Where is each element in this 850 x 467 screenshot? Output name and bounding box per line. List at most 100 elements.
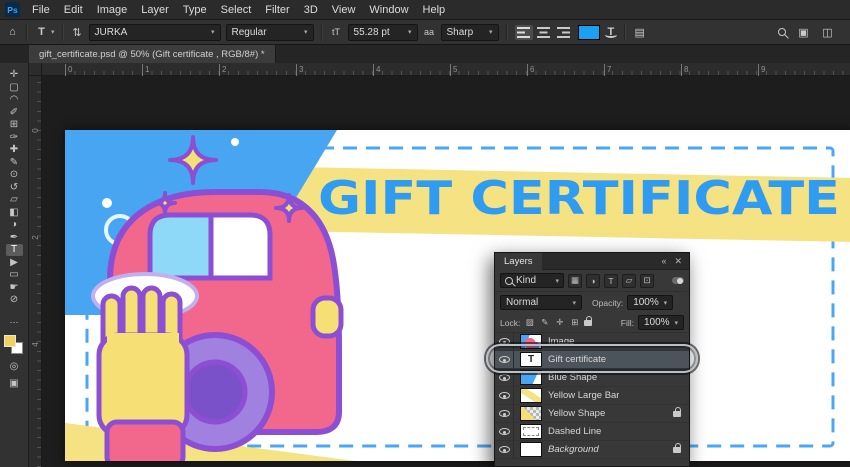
crop-tool[interactable]: ⊞ (6, 119, 23, 131)
filter-toggle-switch[interactable] (672, 277, 684, 284)
foreground-color-swatch[interactable] (4, 334, 16, 347)
panel-collapse-icon[interactable]: « (661, 256, 666, 267)
pen-tool[interactable]: ✒ (6, 232, 23, 244)
healing-brush-tool[interactable]: ✚ (6, 144, 23, 156)
menu-item-type[interactable]: Type (176, 0, 214, 20)
arrange-panels-icon[interactable]: ◫ (821, 26, 834, 39)
layer-thumbnail[interactable] (520, 424, 542, 439)
filter-adjustment-icon[interactable]: ◑ (586, 273, 600, 288)
filter-pixel-icon[interactable]: ▦ (568, 273, 582, 288)
layer-thumbnail[interactable] (520, 334, 542, 349)
menu-item-layer[interactable]: Layer (134, 0, 176, 20)
quick-mask-icon[interactable]: ◎ (10, 361, 19, 372)
layer-thumbnail[interactable]: T (520, 352, 542, 367)
align-right-button[interactable] (555, 25, 573, 40)
menu-item-3d[interactable]: 3D (297, 0, 325, 20)
menu-item-edit[interactable]: Edit (57, 0, 90, 20)
menu-item-window[interactable]: Window (362, 0, 415, 20)
vertical-ruler[interactable]: 0 2 4 (29, 76, 42, 467)
visibility-toggle[interactable] (495, 441, 514, 458)
visibility-toggle[interactable] (495, 351, 514, 368)
layer-name[interactable]: Image (548, 336, 574, 347)
lock-transparency-icon[interactable]: ▨ (524, 317, 535, 328)
layer-thumbnail[interactable] (520, 406, 542, 421)
panels-toggle-icon[interactable]: ▤ (633, 26, 646, 39)
document-tab[interactable]: gift_certificate.psd @ 50% (Gift certifi… (29, 45, 276, 63)
filter-shape-icon[interactable]: ▱ (622, 273, 636, 288)
menu-item-filter[interactable]: Filter (258, 0, 296, 20)
blend-mode-select[interactable]: Normal ▾ (500, 295, 582, 310)
brush-tool[interactable]: ✎ (6, 157, 23, 169)
home-icon[interactable]: ⌂ (6, 26, 19, 38)
filter-smart-object-icon[interactable]: ⊡ (640, 273, 654, 288)
hand-tool[interactable]: ☛ (6, 282, 23, 294)
workspace-switcher-icon[interactable]: ▣ (797, 26, 810, 39)
menu-item-view[interactable]: View (325, 0, 363, 20)
filter-kind-select[interactable]: Kind ▾ (500, 273, 564, 288)
quick-selection-tool[interactable]: ✐ (6, 107, 23, 119)
layer-name[interactable]: Yellow Large Bar (548, 390, 619, 401)
layer-name[interactable]: Dashed Line (548, 426, 601, 437)
align-left-button[interactable] (514, 24, 533, 40)
font-family-select[interactable]: JURKA ▾ (88, 23, 221, 41)
filter-type-icon[interactable]: T (604, 273, 618, 288)
layer-thumbnail[interactable] (520, 442, 542, 457)
lasso-tool[interactable]: ◠ (6, 94, 23, 106)
type-tool[interactable]: T (5, 244, 23, 256)
layers-tab[interactable]: Layers (495, 252, 542, 270)
warp-text-icon[interactable]: T (604, 26, 618, 38)
menu-item-file[interactable]: File (25, 0, 57, 20)
align-center-button[interactable] (535, 25, 553, 40)
search-icon[interactable] (778, 28, 786, 36)
anti-alias-select[interactable]: Sharp ▾ (440, 23, 499, 41)
rectangle-tool[interactable]: ▭ (6, 269, 23, 281)
visibility-toggle[interactable] (495, 369, 514, 386)
layer-thumbnail[interactable] (520, 370, 542, 385)
layer-name[interactable]: Blue Shape (548, 372, 597, 383)
edit-toolbar-icon[interactable]: ⋯ (10, 317, 19, 328)
layer-row-yellow-large-bar[interactable]: Yellow Large Bar (495, 387, 689, 405)
gradient-tool[interactable]: ◧ (6, 207, 23, 219)
layer-row-dashed-line[interactable]: Dashed Line (495, 423, 689, 441)
rectangular-marquee-tool[interactable]: ▢ (6, 82, 23, 94)
blur-tool[interactable]: ◑ (6, 219, 23, 231)
opacity-select[interactable]: 100% ▾ (627, 295, 674, 310)
horizontal-ruler[interactable]: 0 1 2 3 4 5 6 7 8 9 (29, 63, 850, 76)
tool-preset-picker[interactable]: T ▾ (35, 26, 54, 38)
move-tool[interactable]: ✛ (6, 69, 23, 81)
font-style-select[interactable]: Regular ▾ (225, 23, 314, 41)
layer-name[interactable]: Gift certificate (548, 354, 606, 365)
history-brush-tool[interactable]: ↺ (6, 182, 23, 194)
menu-item-select[interactable]: Select (214, 0, 259, 20)
layer-name[interactable]: Background (548, 444, 599, 455)
fill-select[interactable]: 100% ▾ (638, 315, 684, 330)
text-orientation-icon[interactable]: ⇅ (71, 26, 84, 39)
menu-item-image[interactable]: Image (90, 0, 135, 20)
visibility-toggle[interactable] (495, 405, 514, 422)
zoom-tool[interactable]: ⊘ (6, 294, 23, 306)
layer-name[interactable]: Yellow Shape (548, 408, 605, 419)
lock-all-icon[interactable] (584, 315, 593, 326)
path-selection-tool[interactable]: ▶ (6, 257, 23, 269)
lock-pixels-icon[interactable]: ✎ (539, 317, 550, 328)
layer-row-blue-shape[interactable]: Blue Shape (495, 369, 689, 387)
layer-row-gift-certificate[interactable]: T Gift certificate (495, 351, 689, 369)
layer-thumbnail[interactable] (520, 388, 542, 403)
lock-artboard-icon[interactable]: ⊞ (569, 317, 580, 328)
lock-position-icon[interactable]: ✛ (554, 317, 565, 328)
eyedropper-tool[interactable]: ✑ (6, 132, 23, 144)
clone-stamp-tool[interactable]: ⊙ (6, 169, 23, 181)
layer-row-background[interactable]: Background (495, 441, 689, 459)
layer-row-yellow-shape[interactable]: Yellow Shape (495, 405, 689, 423)
panel-close-icon[interactable]: ✕ (674, 256, 682, 267)
eraser-tool[interactable]: ▱ (6, 194, 23, 206)
visibility-toggle[interactable] (495, 423, 514, 440)
font-size-select[interactable]: 55.28 pt ▾ (347, 23, 418, 41)
screen-mode-icon[interactable]: ▣ (9, 378, 18, 389)
text-color-swatch[interactable] (577, 24, 600, 40)
layer-row-image[interactable]: Image (495, 333, 689, 351)
visibility-toggle[interactable] (495, 333, 514, 350)
artboard[interactable]: GIFT CERTIFICATE (65, 130, 850, 461)
visibility-toggle[interactable] (495, 387, 514, 404)
menu-item-help[interactable]: Help (416, 0, 453, 20)
